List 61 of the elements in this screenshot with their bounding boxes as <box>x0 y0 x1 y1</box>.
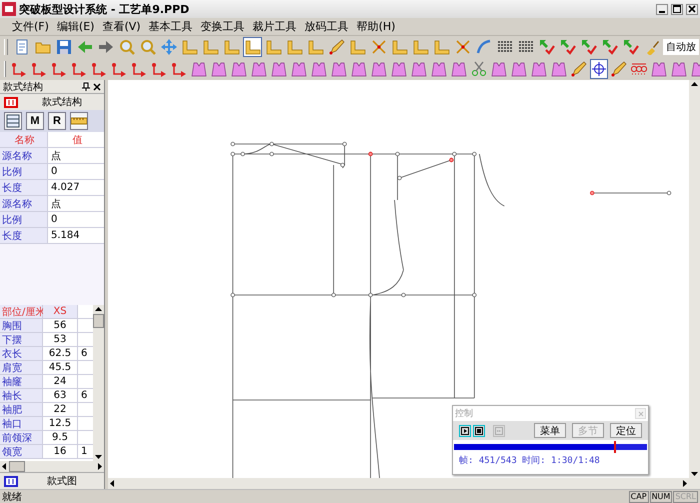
menu-item[interactable]: 放码工具 <box>300 19 353 34</box>
table-cell: 源名称 <box>0 148 48 163</box>
menu-item[interactable]: 帮助(H) <box>352 19 400 34</box>
panel-tab[interactable]: 款式结构 <box>0 94 104 110</box>
table-cell: 前领深 <box>0 431 43 444</box>
table-cell: 24 <box>43 375 78 388</box>
panel-button[interactable]: 菜单 <box>534 423 566 438</box>
table-cell-text: 4.027 <box>50 181 81 195</box>
menu-item[interactable]: 编辑(E) <box>52 19 98 34</box>
table-cell: 6 <box>81 348 88 359</box>
panel-button[interactable]: 定位 <box>610 423 642 438</box>
table-cell: 45.5 <box>43 361 78 374</box>
panel-title: 款式结构 <box>3 80 44 94</box>
table-cell: 胸围 <box>0 319 43 332</box>
status-indicator: NUM <box>650 490 672 502</box>
table-cell: 比例 <box>0 164 48 179</box>
status-indicator: CAP <box>628 490 649 502</box>
table-cell: 袖长 <box>0 389 43 402</box>
table-cell-text: 点 <box>50 198 62 211</box>
table-cell: 56 <box>43 319 78 332</box>
table-cell: 衣长 <box>0 347 43 360</box>
table-cell: 源名称 <box>0 196 48 211</box>
menu-item[interactable]: 文件(F) <box>8 19 53 34</box>
letter-button[interactable]: R <box>48 112 66 130</box>
table-cell: 22 <box>43 403 78 416</box>
panel-title: 控制 <box>455 408 473 420</box>
table-cell: 下摆 <box>0 333 43 346</box>
table-cell: 长度 <box>0 180 48 195</box>
status-indicator: SCRL <box>673 490 698 502</box>
column-header: 值 <box>72 134 84 147</box>
menu-item[interactable]: 变换工具 <box>196 19 249 34</box>
table-cell: 长度 <box>0 228 48 243</box>
table-cell: 肩宽 <box>0 361 43 374</box>
panel-tab[interactable]: 款式图 <box>0 472 104 489</box>
frame-time-text: 帧: 451/543 时间: 1:30/1:48 <box>458 454 601 468</box>
table-cell: 16 <box>43 445 78 458</box>
table-cell: 1 <box>81 446 88 457</box>
auto-grading-button[interactable]: 自动放 <box>663 39 699 55</box>
table-cell: 袖口 <box>0 417 43 430</box>
table-cell-text: 点 <box>50 150 62 163</box>
menu-item[interactable]: 裁片工具 <box>248 19 301 34</box>
status-text: 就绪 <box>2 490 22 503</box>
letter-button[interactable]: M <box>26 112 44 130</box>
table-cell: 比例 <box>0 212 48 227</box>
table-cell-text: 0 <box>50 213 58 227</box>
table-cell-text: 5.184 <box>50 229 81 243</box>
column-header: 名称 <box>0 132 48 147</box>
table-cell: 领宽 <box>0 445 43 458</box>
column-header: XS <box>43 305 78 318</box>
table-cell: 6 <box>81 390 88 401</box>
menu-item[interactable]: 查看(V) <box>98 19 145 34</box>
table-cell: 63 <box>43 389 78 402</box>
table-cell: 62.5 <box>43 347 78 360</box>
window-title: 突破板型设计系统 - 工艺单9.PPD <box>19 2 190 16</box>
table-cell: 12.5 <box>43 417 78 430</box>
menu-item[interactable]: 基本工具 <box>144 19 197 34</box>
table-cell: 袖窿 <box>0 375 43 388</box>
table-cell: 袖肥 <box>0 403 43 416</box>
table-cell: 9.5 <box>43 431 78 444</box>
table-cell-text: 0 <box>50 165 58 179</box>
table-cell: 53 <box>43 333 78 346</box>
